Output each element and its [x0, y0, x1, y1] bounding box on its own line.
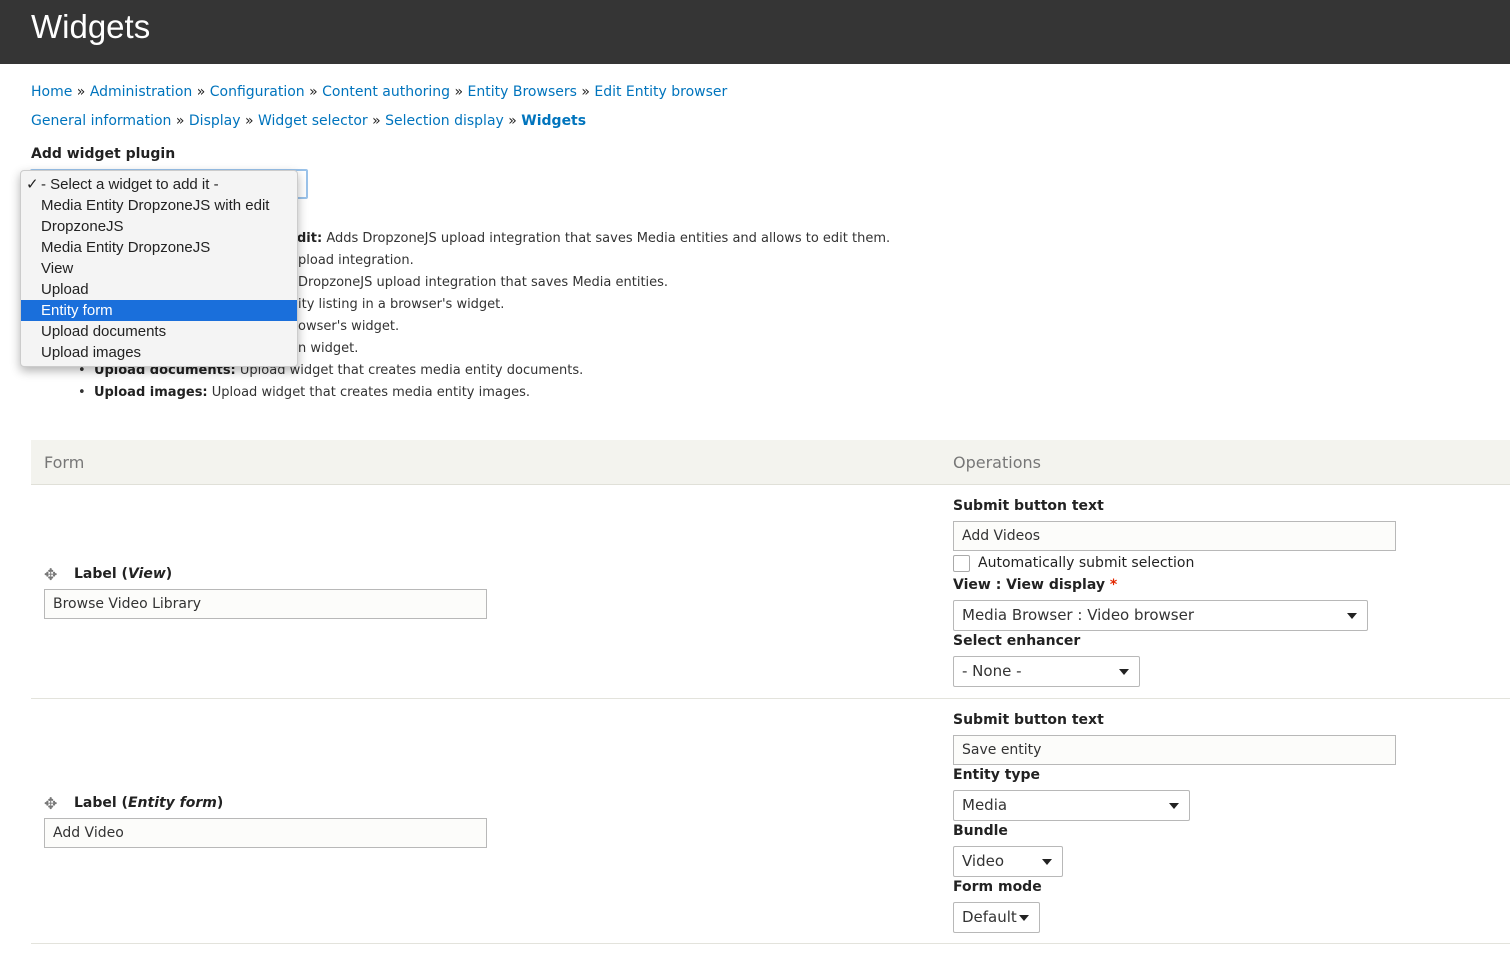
- chevron-down-icon: [1169, 803, 1179, 809]
- select-enhancer-label: Select enhancer: [953, 633, 1081, 649]
- page-header: Widgets: [0, 0, 1510, 64]
- view-display-label: View : View display *: [953, 577, 1118, 593]
- column-form: Form: [44, 453, 85, 472]
- description-item: DropzoneJS upload integration that saves…: [298, 275, 669, 290]
- bundle-label: Bundle: [953, 823, 1008, 839]
- label-input[interactable]: Add Video: [44, 818, 487, 848]
- chevron-down-icon: [1019, 915, 1029, 921]
- step-display[interactable]: Display: [189, 113, 241, 129]
- chevron-down-icon: [1042, 859, 1052, 865]
- description-item: n widget.: [298, 341, 359, 356]
- step-widgets[interactable]: Widgets: [521, 113, 586, 129]
- description-item: ity listing in a browser's widget.: [298, 297, 505, 312]
- auto-submit-label: Automatically submit selection: [978, 555, 1195, 571]
- submit-text-label: Submit button text: [953, 712, 1104, 728]
- entity-type-label: Entity type: [953, 767, 1041, 783]
- widgets-table-header: Form Operations: [31, 440, 1510, 485]
- option-dropzonejs[interactable]: DropzoneJS: [21, 216, 297, 237]
- option-media-dropzonejs[interactable]: Media Entity DropzoneJS: [21, 237, 297, 258]
- select-enhancer-select[interactable]: - None -: [953, 656, 1140, 687]
- breadcrumb: Home » Administration » Configuration » …: [31, 84, 728, 100]
- submit-text-input[interactable]: Add Videos: [953, 521, 1396, 551]
- submit-text-label: Submit button text: [953, 498, 1104, 514]
- add-widget-dropdown[interactable]: ✓ - Select a widget to add it - Media Ent…: [20, 170, 298, 367]
- column-operations: Operations: [953, 453, 1041, 472]
- bundle-select[interactable]: Video: [953, 846, 1063, 877]
- submit-text-input[interactable]: Save entity: [953, 735, 1396, 765]
- chevron-down-icon: [1347, 613, 1357, 619]
- step-selection-display[interactable]: Selection display: [385, 113, 504, 129]
- chevron-down-icon: [1119, 669, 1129, 675]
- breadcrumb-administration[interactable]: Administration: [90, 84, 192, 100]
- option-upload-documents[interactable]: Upload documents: [21, 321, 297, 342]
- drag-handle-icon[interactable]: ✥: [44, 794, 57, 813]
- option-view[interactable]: View: [21, 258, 297, 279]
- wizard-steps: General information » Display » Widget s…: [31, 113, 587, 129]
- row-divider: [31, 943, 1510, 944]
- breadcrumb-entity-browsers[interactable]: Entity Browsers: [468, 84, 577, 100]
- auto-submit-checkbox[interactable]: [953, 555, 970, 572]
- form-mode-select[interactable]: Default: [953, 902, 1040, 933]
- option-media-dropzone-edit[interactable]: Media Entity DropzoneJS with edit: [21, 195, 297, 216]
- label-input[interactable]: Browse Video Library: [44, 589, 487, 619]
- step-general-information[interactable]: General information: [31, 113, 171, 129]
- description-item: pload integration.: [298, 253, 414, 268]
- form-mode-label: Form mode: [953, 879, 1042, 895]
- drag-handle-icon[interactable]: ✥: [44, 565, 57, 584]
- breadcrumb-configuration[interactable]: Configuration: [210, 84, 305, 100]
- breadcrumb-content-authoring[interactable]: Content authoring: [322, 84, 450, 100]
- description-item: owser's widget.: [298, 319, 400, 334]
- option-upload[interactable]: Upload: [21, 279, 297, 300]
- view-display-select[interactable]: Media Browser : Video browser: [953, 600, 1368, 631]
- option-upload-images[interactable]: Upload images: [21, 342, 297, 363]
- breadcrumb-home[interactable]: Home: [31, 84, 72, 100]
- row-divider: [31, 698, 1510, 699]
- description-item: dit: Adds DropzoneJS upload integration …: [297, 231, 891, 246]
- entity-type-select[interactable]: Media: [953, 790, 1190, 821]
- page-title: Widgets: [31, 8, 151, 45]
- row-label: Label (View): [74, 566, 173, 582]
- option-entity-form[interactable]: Entity form: [21, 300, 297, 321]
- breadcrumb-edit-entity-browser[interactable]: Edit Entity browser: [594, 84, 727, 100]
- add-widget-label: Add widget plugin: [31, 146, 176, 162]
- step-widget-selector[interactable]: Widget selector: [258, 113, 368, 129]
- description-item: • Upload images: Upload widget that crea…: [78, 385, 531, 400]
- row-label: Label (Entity form): [74, 795, 224, 811]
- checkmark-icon: ✓: [26, 176, 39, 193]
- option-select[interactable]: ✓ - Select a widget to add it -: [21, 174, 297, 195]
